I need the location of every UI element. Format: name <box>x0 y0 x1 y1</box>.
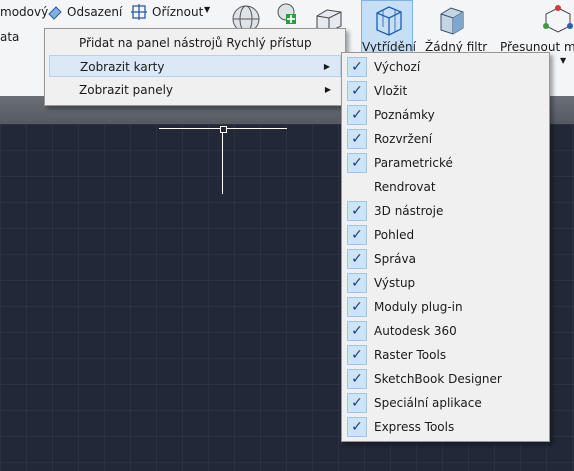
submenu-item-label: Autodesk 360 <box>374 324 457 338</box>
checkmark-icon: ✓ <box>347 345 367 365</box>
submenu-item-tab[interactable]: ✓ Výstup <box>344 271 547 295</box>
submenu-item-label: Raster Tools <box>374 348 447 362</box>
submenu-item-tab[interactable]: ✓ Parametrické <box>344 151 547 175</box>
menu-item-show-tabs[interactable]: Zobrazit karty ▶ <box>49 55 341 77</box>
checkmark-icon: ✓ <box>347 249 367 269</box>
submenu-item-label: 3D nástroje <box>374 204 444 218</box>
show-tabs-submenu: ✓ Výchozí ✓ Vložit ✓ Poznámky ✓ Rozvržení ✓ Param… <box>341 52 550 442</box>
submenu-item-tab[interactable]: ✓ Autodesk 360 <box>344 319 547 343</box>
move-gizmo-icon[interactable] <box>542 4 574 36</box>
submenu-item-label: Moduly plug-in <box>374 300 463 314</box>
checkmark-icon: ✓ <box>347 201 367 221</box>
submenu-item-tab[interactable]: ✓ Moduly plug-in <box>344 295 547 319</box>
submenu-item-tab[interactable]: ✓ Výchozí <box>344 55 547 79</box>
submenu-arrow-icon: ▶ <box>323 62 330 71</box>
no-filter-cube-icon[interactable] <box>435 4 467 36</box>
menu-item-label: Přidat na panel nástrojů Rychlý přístup <box>79 36 312 50</box>
submenu-item-tab[interactable]: ✓ Poznámky <box>344 103 547 127</box>
checkmark-icon: ✓ <box>347 105 367 125</box>
checkmark-icon: ✓ <box>347 57 367 77</box>
submenu-item-label: Rendrovat <box>374 180 436 194</box>
submenu-item-label: SketchBook Designer <box>374 372 502 386</box>
submenu-item-label: Parametrické <box>374 156 453 170</box>
ribbon-label-modovy[interactable]: modový <box>0 5 48 19</box>
submenu-item-tab[interactable]: ✓ SketchBook Designer <box>344 367 547 391</box>
trim-dropdown-chevron-icon[interactable]: ▼ <box>204 5 210 14</box>
submenu-item-label: Správa <box>374 252 416 266</box>
menu-item-add-to-quick-access[interactable]: Přidat na panel nástrojů Rychlý přístup <box>49 32 341 54</box>
submenu-item-tab[interactable]: ✓ Pohled <box>344 223 547 247</box>
menu-item-show-panels[interactable]: Zobrazit panely ▶ <box>49 79 341 101</box>
offset-icon <box>48 6 62 20</box>
submenu-item-tab[interactable]: Rendrovat <box>344 175 547 199</box>
crosshair-line <box>222 132 223 194</box>
checkmark-icon: ✓ <box>347 297 367 317</box>
submenu-item-label: Pohled <box>374 228 415 242</box>
menu-item-label: Zobrazit karty <box>80 60 165 74</box>
submenu-item-label: Rozvržení <box>374 132 433 146</box>
submenu-item-label: Poznámky <box>374 108 435 122</box>
submenu-item-label: Vložit <box>374 84 408 98</box>
move-dropdown-chevron-icon[interactable]: ▼ <box>560 56 566 65</box>
checkmark-icon: ✓ <box>347 81 367 101</box>
submenu-item-label: Výchozí <box>374 60 421 74</box>
checkmark-icon: ✓ <box>347 129 367 149</box>
menu-item-label: Zobrazit panely <box>79 83 174 97</box>
submenu-item-label: Výstup <box>374 276 416 290</box>
offset-button[interactable]: Odsazení <box>67 5 122 19</box>
checkmark-icon: ✓ <box>347 417 367 437</box>
submenu-item-tab[interactable]: ✓ 3D nástroje <box>344 199 547 223</box>
submenu-item-tab[interactable]: ✓ Express Tools <box>344 415 547 439</box>
checkmark-icon: ✓ <box>347 369 367 389</box>
trim-button[interactable]: Oříznout <box>152 5 203 19</box>
submenu-item-tab[interactable]: ✓ Raster Tools <box>344 343 547 367</box>
trim-icon <box>131 4 147 20</box>
submenu-item-tab[interactable]: ✓ Rozvržení <box>344 127 547 151</box>
ribbon-label-ata[interactable]: ata <box>0 30 19 44</box>
checkmark-icon: ✓ <box>347 225 367 245</box>
submenu-item-label: Express Tools <box>374 420 455 434</box>
submenu-item-tab[interactable]: ✓ Správa <box>344 247 547 271</box>
cull-cube-icon <box>376 6 402 36</box>
checkmark-icon: ✓ <box>347 273 367 293</box>
ribbon-context-menu: Přidat na panel nástrojů Rychlý přístup … <box>44 28 346 106</box>
checkmark-icon: ✓ <box>347 321 367 341</box>
checkmark-icon: ✓ <box>347 393 367 413</box>
submenu-item-tab[interactable]: ✓ Speciální aplikace <box>344 391 547 415</box>
globe-add-icon[interactable] <box>276 3 298 25</box>
checkmark-icon: ✓ <box>347 153 367 173</box>
submenu-item-label: Speciální aplikace <box>374 396 482 410</box>
submenu-arrow-icon: ▶ <box>324 85 331 94</box>
submenu-item-tab[interactable]: ✓ Vložit <box>344 79 547 103</box>
